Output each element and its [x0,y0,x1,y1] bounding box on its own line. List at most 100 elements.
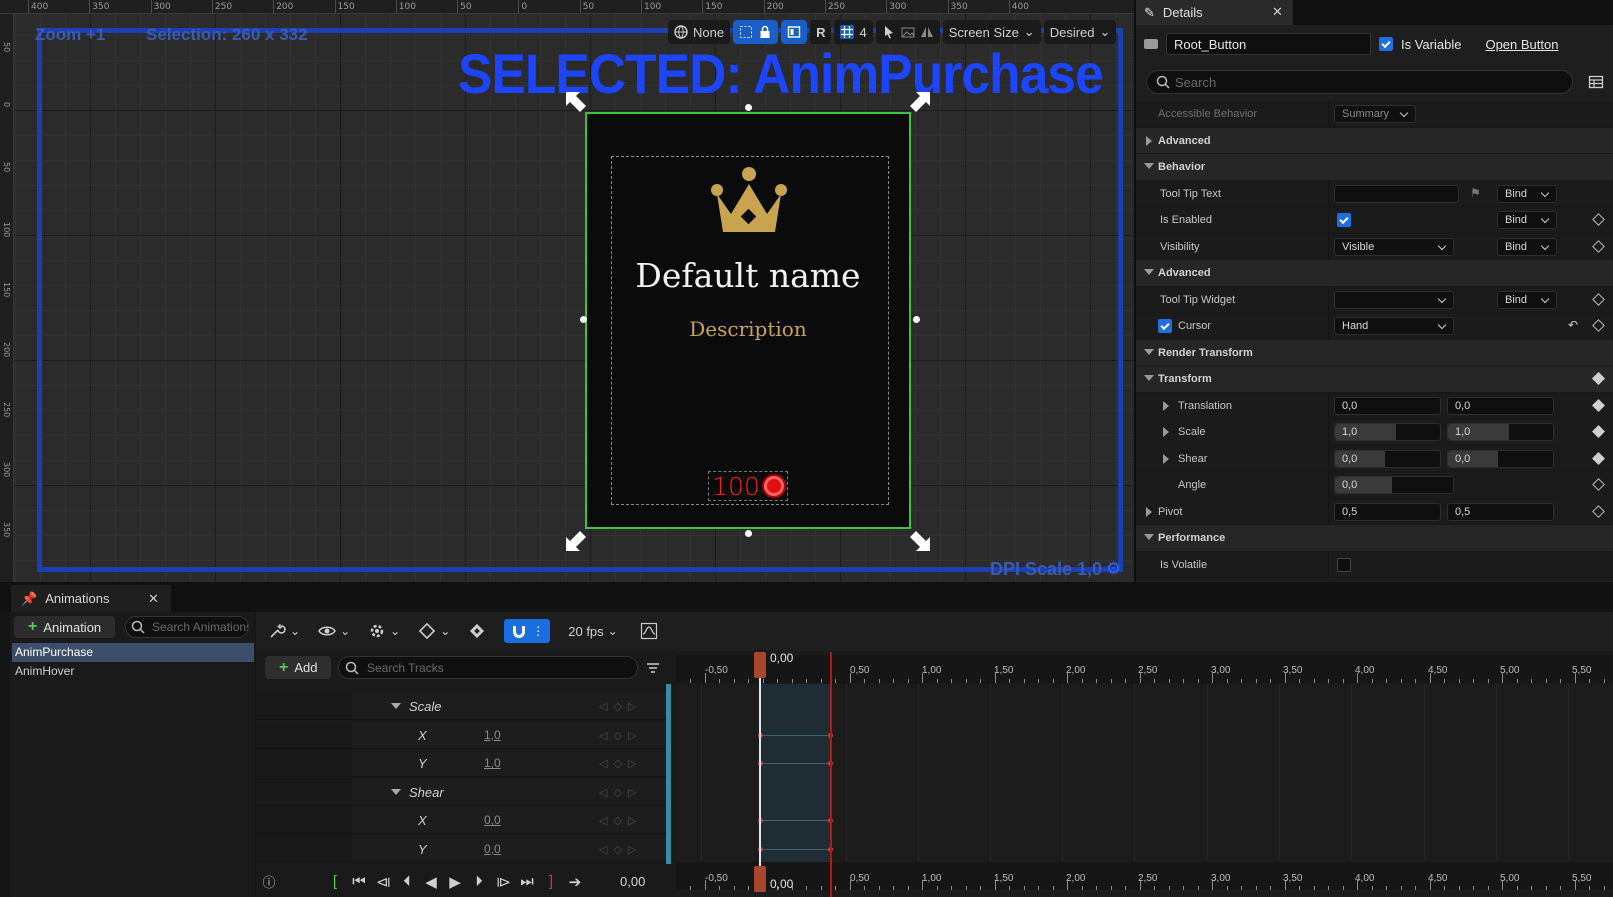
previous-frame-icon[interactable]: ⏴ [400,873,414,890]
bind-button[interactable]: Bind [1497,211,1557,229]
property-matrix-icon[interactable] [1588,74,1604,90]
property-row-translation[interactable]: Translation 0,0 0,0 [1136,392,1613,419]
x-value-field[interactable]: 0,0 [1334,396,1441,415]
track-value[interactable]: 1,0 [484,756,501,770]
flag-icon[interactable]: ⚑ [1470,186,1481,200]
play-reverse-icon[interactable]: ◀ [424,873,438,891]
property-row-tool-tip-text[interactable]: Tool Tip Text ⚑ Bind [1136,180,1613,207]
outline-toggle[interactable] [781,20,808,44]
play-icon[interactable]: ▶ [448,873,462,891]
playback-options-dropdown[interactable]: ⌄ [368,622,400,640]
purchase-widget-card[interactable]: Default name Description 100 [585,112,911,529]
accessible-behavior-dropdown[interactable]: Summary [1334,105,1416,123]
keyframe-diamond-icon[interactable] [1592,398,1605,412]
y-value-field[interactable]: 1,0 [1447,423,1554,441]
expand-arrow-icon[interactable] [1144,269,1154,275]
collapsed-arrow-icon[interactable] [1163,427,1169,437]
keyframe-diamond-icon[interactable] [1592,504,1605,518]
track-channel-row[interactable]: Y 1,0 ◁◇▷ [256,749,670,778]
keyframe-diamond-icon[interactable] [1592,239,1605,253]
track-group-row[interactable]: Shear ◁◇▷ [256,777,670,806]
key-navigation-icons[interactable]: ◁◇▷ [599,700,642,713]
respect-locks-toggle[interactable] [733,20,779,44]
expand-arrow-icon[interactable] [1144,375,1154,381]
is-volatile-checkbox[interactable] [1337,557,1351,572]
jump-to-end-icon[interactable]: ⏭ [520,873,534,890]
is-variable-checkbox[interactable] [1379,37,1393,51]
open-button-link[interactable]: Open Button [1485,37,1558,52]
property-row-advanced[interactable]: Advanced [1136,260,1613,287]
previous-key-icon[interactable]: ⧏ [376,873,391,891]
x-value-field[interactable]: 0,5 [1334,502,1441,521]
gear-icon[interactable]: ⚙ [1106,560,1124,578]
loop-mode-icon[interactable]: ➔ [568,873,582,891]
current-time-field[interactable]: 0,00 [620,874,645,889]
auto-key-button[interactable] [468,622,486,640]
x-value-field[interactable]: 1,0 [1334,423,1441,441]
search-tracks-input[interactable]: Search Tracks [338,656,638,679]
keyframe-diamond-icon[interactable] [1592,319,1605,332]
key-options-dropdown[interactable]: ⌄ [418,622,450,640]
property-row-scale[interactable]: Scale 1,0 1,0 [1136,419,1613,446]
tools-dropdown[interactable]: ⌄ [268,622,300,640]
close-icon[interactable]: ✕ [1272,4,1283,20]
next-key-icon[interactable]: ⧐ [496,873,511,891]
property-row-angle[interactable]: Angle 0,0 [1136,472,1613,499]
filter-icon[interactable] [646,661,660,675]
bind-button[interactable]: Bind [1497,237,1557,256]
property-row-tool-tip-widget[interactable]: Tool Tip Widget Bind [1136,286,1613,313]
tool-tip-widget-dropdown[interactable] [1334,290,1454,309]
angle-value-field[interactable]: 0,0 [1334,476,1454,494]
property-row-behavior[interactable]: Behavior [1136,154,1613,181]
property-row-shear[interactable]: Shear 0,0 0,0 [1136,445,1613,472]
property-row-cursor[interactable]: Cursor Hand ↶ [1136,313,1613,340]
property-row-transform[interactable]: Transform [1136,366,1613,393]
property-row-advanced[interactable]: Advanced [1136,127,1613,154]
visibility-dropdown[interactable]: Visible [1334,237,1454,256]
curve-editor-button[interactable] [640,622,658,640]
y-value-field[interactable]: 0,0 [1447,449,1554,468]
localization-button[interactable]: None [668,20,731,44]
animations-tab[interactable]: 📌 Animations [11,585,171,612]
track-channel-row[interactable]: X 0,0 ◁◇▷ [256,806,670,835]
bind-button[interactable]: Bind [1497,184,1557,203]
track-value[interactable]: 0,0 [484,842,501,856]
add-animation-button[interactable]: + Animation [14,616,115,638]
keyframe-diamond-icon[interactable] [1592,292,1605,306]
track-value[interactable]: 1,0 [484,728,501,742]
view-options-dropdown[interactable]: ⌄ [318,622,350,640]
resize-arrow-bottom-left-icon[interactable] [562,527,590,555]
jump-to-start-icon[interactable]: ⏮ [352,873,366,890]
key-navigation-icons[interactable]: ◁◇▷ [599,757,642,770]
track-channel-row[interactable]: X 1,0 ◁◇▷ [256,720,670,749]
r-button[interactable]: R [810,20,832,44]
cursor-dropdown[interactable]: Hand [1334,317,1454,335]
property-row-accessible-behavior[interactable]: Accessible Behavior Summary [1136,101,1613,128]
timeline-ruler-top[interactable]: -0,50 0,50 1,00 1,50 2,00 2,50 3,00 3,50 4,00 4,5… [676,655,1613,683]
widget-name-field[interactable]: Root_Button [1166,33,1371,55]
y-value-field[interactable]: 0,5 [1447,502,1554,521]
details-tab[interactable]: ✎ Details [1136,0,1293,25]
resize-handle-bottom[interactable] [745,530,752,537]
add-track-button[interactable]: + Add [265,656,331,679]
keyframe-diamond-icon[interactable] [1592,451,1605,465]
keyframe-diamond-icon[interactable] [1592,425,1605,438]
animation-item-animhover[interactable]: AnimHover [12,662,254,681]
property-row-render-transform[interactable]: Render Transform [1136,339,1613,366]
transform-tools[interactable] [875,20,940,44]
playhead-handle-top[interactable] [754,652,766,678]
info-icon[interactable]: ⓘ [262,872,276,891]
screen-size-dropdown[interactable]: Screen Size ⌄ [942,20,1041,44]
expand-arrow-icon[interactable] [1144,163,1154,169]
track-group-row[interactable]: Scale ◁◇▷ [256,692,670,720]
resize-arrow-bottom-right-icon[interactable] [906,527,934,555]
resize-handle-left[interactable] [580,316,587,323]
collapsed-arrow-icon[interactable] [1146,135,1152,146]
property-row-is-volatile[interactable]: Is Volatile [1136,551,1613,578]
x-value-field[interactable]: 0,0 [1334,449,1441,468]
snap-toggle[interactable]: ⋮ [504,619,551,643]
keyframe-diamond-icon[interactable] [1592,213,1605,226]
fill-mode-dropdown[interactable]: Desired ⌄ [1043,20,1117,44]
track-value[interactable]: 0,0 [484,813,501,827]
key-navigation-icons[interactable]: ◁◇▷ [599,786,642,799]
